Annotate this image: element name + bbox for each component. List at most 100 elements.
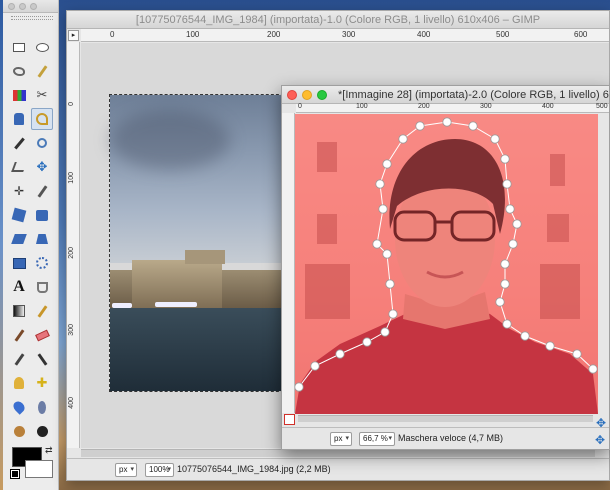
main-window-title: [10775076544_IMG_1984] (importata)-1.0 (… (67, 11, 609, 29)
align-icon[interactable]: ✛ (8, 180, 30, 202)
flip-icon[interactable] (8, 252, 30, 274)
horizontal-scrollbar[interactable] (298, 415, 593, 422)
status-text: 10775076544_IMG_1984.jpg (2,2 MB) (177, 464, 331, 474)
photo-fort (132, 260, 222, 308)
scale-icon[interactable] (31, 204, 53, 226)
minimize-button[interactable] (19, 3, 26, 10)
text-icon[interactable]: A (8, 276, 30, 298)
crop-icon[interactable] (31, 180, 53, 202)
rect-select-icon[interactable] (8, 36, 30, 58)
portrait-photo[interactable] (295, 114, 598, 414)
shear-icon[interactable] (8, 228, 30, 250)
unit-value: px (334, 434, 343, 443)
path-outline (295, 117, 598, 392)
main-status-bar: px ▾ 100% ▾ 10775076544_IMG_1984.jpg (2,2 … (67, 458, 609, 480)
horizontal-scrollbar[interactable] (81, 449, 595, 457)
swap-colors-icon[interactable]: ⇄ (45, 445, 53, 456)
ruler-mark: 300 (68, 324, 75, 336)
navigate-icon[interactable]: ✥ (596, 416, 606, 430)
photo-boat (155, 302, 197, 307)
zoom-select[interactable]: 66,7 % ▾ (359, 432, 395, 446)
ruler-mark: 200 (418, 103, 430, 110)
ruler-mark: 400 (542, 103, 554, 110)
ruler-mark: 200 (267, 30, 281, 39)
path-anchor-points (295, 117, 598, 392)
photo-cloud (110, 110, 230, 170)
vertical-ruler[interactable]: 0 100 200 300 400 (67, 42, 80, 448)
heal-icon[interactable]: ✚ (31, 372, 53, 394)
fuzzy-select-icon[interactable] (31, 60, 53, 82)
ellipse-select-icon[interactable] (31, 36, 53, 58)
zoom-value: 66,7 % (363, 434, 388, 443)
status-text: Maschera veloce (4,7 MB) (398, 433, 504, 443)
smudge-icon[interactable] (8, 396, 30, 418)
burn-icon[interactable] (31, 420, 53, 442)
zoom-value: 100% (149, 465, 170, 474)
ruler-mark: 400 (417, 30, 431, 39)
ruler-mark: 500 (496, 30, 510, 39)
zoom-select[interactable]: 100% ▾ (145, 463, 174, 477)
chevron-down-icon: ▾ (167, 466, 171, 473)
ruler-mark: 0 (110, 30, 115, 39)
toolbox-window: ✂ ✥ ✛ A ✚ ⇄ (3, 0, 59, 490)
zoom-icon[interactable] (31, 132, 53, 154)
photo-boat (112, 303, 132, 308)
paintbrush-icon[interactable] (8, 324, 30, 346)
clone-icon[interactable] (8, 372, 30, 394)
ruler-mark: 500 (596, 103, 608, 110)
ink-icon[interactable] (31, 348, 53, 370)
navigate-icon[interactable]: ✥ (593, 433, 607, 447)
photo-water (110, 308, 288, 391)
ruler-mark: 100 (186, 30, 200, 39)
minimize-button[interactable] (302, 90, 312, 100)
zoom-button[interactable] (30, 3, 37, 10)
ruler-mark: 100 (356, 103, 368, 110)
quick-mask-toggle[interactable] (284, 414, 295, 425)
chevron-down-icon: ▾ (345, 435, 349, 442)
cage-icon[interactable] (31, 252, 53, 274)
eraser-icon[interactable] (31, 324, 53, 346)
dodge-icon[interactable] (31, 396, 53, 418)
vertical-ruler[interactable] (282, 113, 295, 413)
scissors-icon[interactable]: ✂ (31, 84, 53, 106)
toolbox-titlebar (3, 0, 58, 13)
select-by-color-icon[interactable] (8, 84, 30, 106)
rotate-icon[interactable] (8, 204, 30, 226)
perspective-icon[interactable] (31, 228, 53, 250)
horizontal-ruler[interactable]: 0 100 200 300 400 500 600 (81, 29, 609, 42)
unit-select[interactable]: px ▾ (330, 432, 352, 446)
foreground-select-icon[interactable] (8, 108, 30, 130)
photo-tower (185, 250, 225, 264)
default-colors-icon[interactable] (10, 469, 20, 479)
unit-select[interactable]: px ▾ (115, 463, 137, 477)
menu-arrow-icon[interactable]: ▸ (68, 30, 79, 41)
tool-grid: ✂ ✥ ✛ A ✚ (8, 36, 54, 444)
ruler-mark: 400 (68, 397, 75, 409)
pencil-icon[interactable] (31, 300, 53, 322)
horizontal-ruler[interactable]: 0 100 200 300 400 500 (296, 103, 609, 113)
move-icon[interactable]: ✥ (31, 156, 53, 178)
background-color-swatch[interactable] (25, 460, 53, 478)
harbor-photo[interactable] (109, 94, 290, 392)
chevron-down-icon: ▾ (130, 466, 134, 473)
ruler-mark: 600 (574, 30, 588, 39)
ruler-mark: 200 (68, 247, 75, 259)
ruler-mark: 300 (342, 30, 356, 39)
color-picker-icon[interactable] (8, 132, 30, 154)
airbrush-icon[interactable] (8, 348, 30, 370)
paths-icon[interactable] (31, 108, 53, 130)
ruler-mark: 100 (68, 172, 75, 184)
close-button[interactable] (8, 3, 15, 10)
toolbox-grip[interactable] (11, 16, 53, 20)
image-window-title: *[Immagine 28] (importata)-2.0 (Colore R… (282, 86, 609, 104)
desaturate-icon[interactable] (8, 420, 30, 442)
blend-icon[interactable] (8, 300, 30, 322)
measure-icon[interactable] (8, 156, 30, 178)
close-button[interactable] (287, 90, 297, 100)
ruler-mark: 0 (298, 103, 302, 110)
bucket-fill-icon[interactable] (31, 276, 53, 298)
zoom-button[interactable] (317, 90, 327, 100)
free-select-icon[interactable] (8, 60, 30, 82)
quickmask-image-window: *[Immagine 28] (importata)-2.0 (Colore R… (281, 85, 610, 450)
image-status-bar: px ▾ 66,7 % ▾ Maschera veloce (4,7 MB) ✥ (282, 427, 609, 449)
